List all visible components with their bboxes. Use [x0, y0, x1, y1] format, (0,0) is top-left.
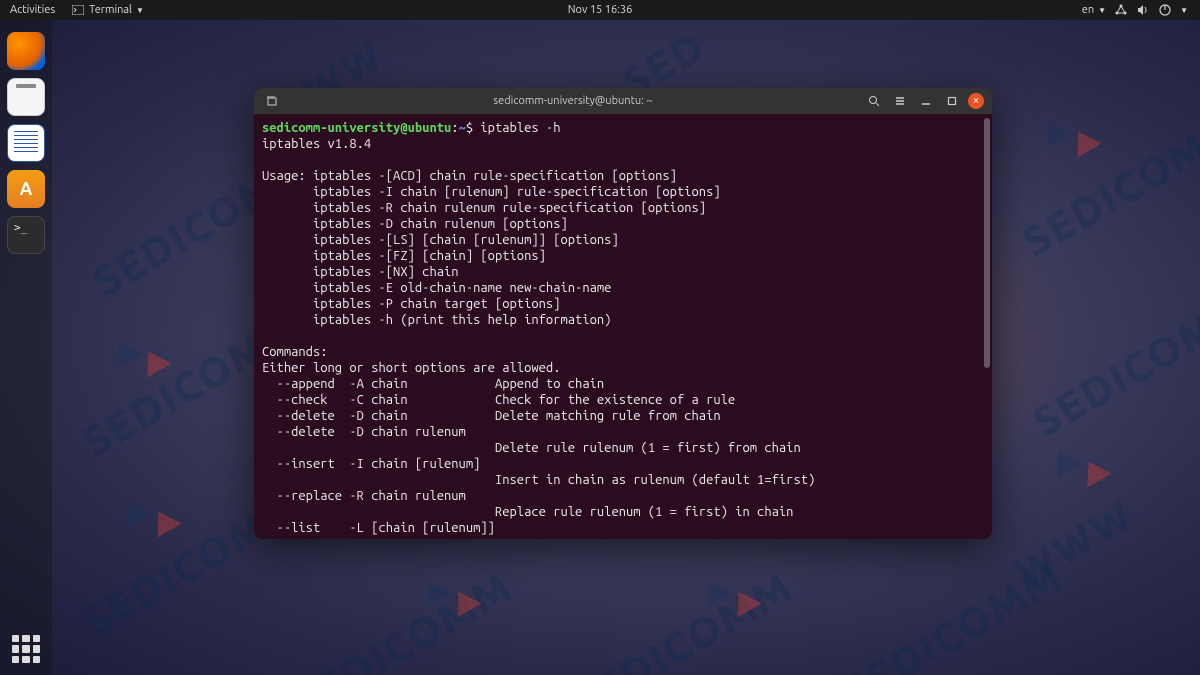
prompt-path: ~ — [459, 121, 466, 135]
dock — [0, 20, 52, 675]
search-button[interactable] — [864, 91, 884, 111]
menu-button[interactable] — [890, 91, 910, 111]
terminal-launcher[interactable] — [7, 216, 45, 254]
close-button[interactable] — [968, 93, 984, 109]
firefox-launcher[interactable] — [7, 32, 45, 70]
command-text: iptables -h — [480, 121, 560, 135]
chevron-down-icon: ▼ — [1180, 6, 1188, 15]
app-menu-button[interactable]: Terminal ▼ — [71, 3, 144, 17]
top-panel: Activities Terminal ▼ Nov 15 16:36 en ▼ … — [0, 0, 1200, 20]
activities-button[interactable]: Activities — [10, 4, 55, 16]
maximize-button[interactable] — [942, 91, 962, 111]
prompt-user: sedicomm-university@ubuntu — [262, 121, 451, 135]
terminal-app-icon — [71, 3, 85, 17]
app-menu-label: Terminal — [89, 4, 132, 16]
show-applications-button[interactable] — [12, 635, 40, 663]
window-titlebar[interactable]: sedicomm-university@ubuntu: ~ — [254, 88, 992, 114]
files-launcher[interactable] — [7, 78, 45, 116]
volume-icon[interactable] — [1136, 3, 1150, 17]
new-tab-button[interactable] — [262, 91, 282, 111]
terminal-output: iptables v1.8.4 Usage: iptables -[ACD] c… — [262, 137, 815, 535]
network-icon[interactable] — [1114, 3, 1128, 17]
window-title: sedicomm-university@ubuntu: ~ — [284, 95, 862, 107]
chevron-down-icon: ▼ — [136, 6, 144, 15]
clock-button[interactable]: Nov 15 16:36 — [568, 4, 633, 16]
scrollbar[interactable] — [984, 118, 990, 535]
power-icon[interactable] — [1158, 3, 1172, 17]
terminal-window: sedicomm-university@ubuntu: ~ sedicomm-u… — [254, 88, 992, 539]
minimize-button[interactable] — [916, 91, 936, 111]
software-store-launcher[interactable] — [7, 170, 45, 208]
language-indicator[interactable]: en ▼ — [1082, 4, 1106, 16]
libreoffice-writer-launcher[interactable] — [7, 124, 45, 162]
scrollbar-thumb[interactable] — [984, 118, 990, 368]
chevron-down-icon: ▼ — [1098, 6, 1106, 15]
terminal-content[interactable]: sedicomm-university@ubuntu:~$ iptables -… — [254, 114, 992, 539]
